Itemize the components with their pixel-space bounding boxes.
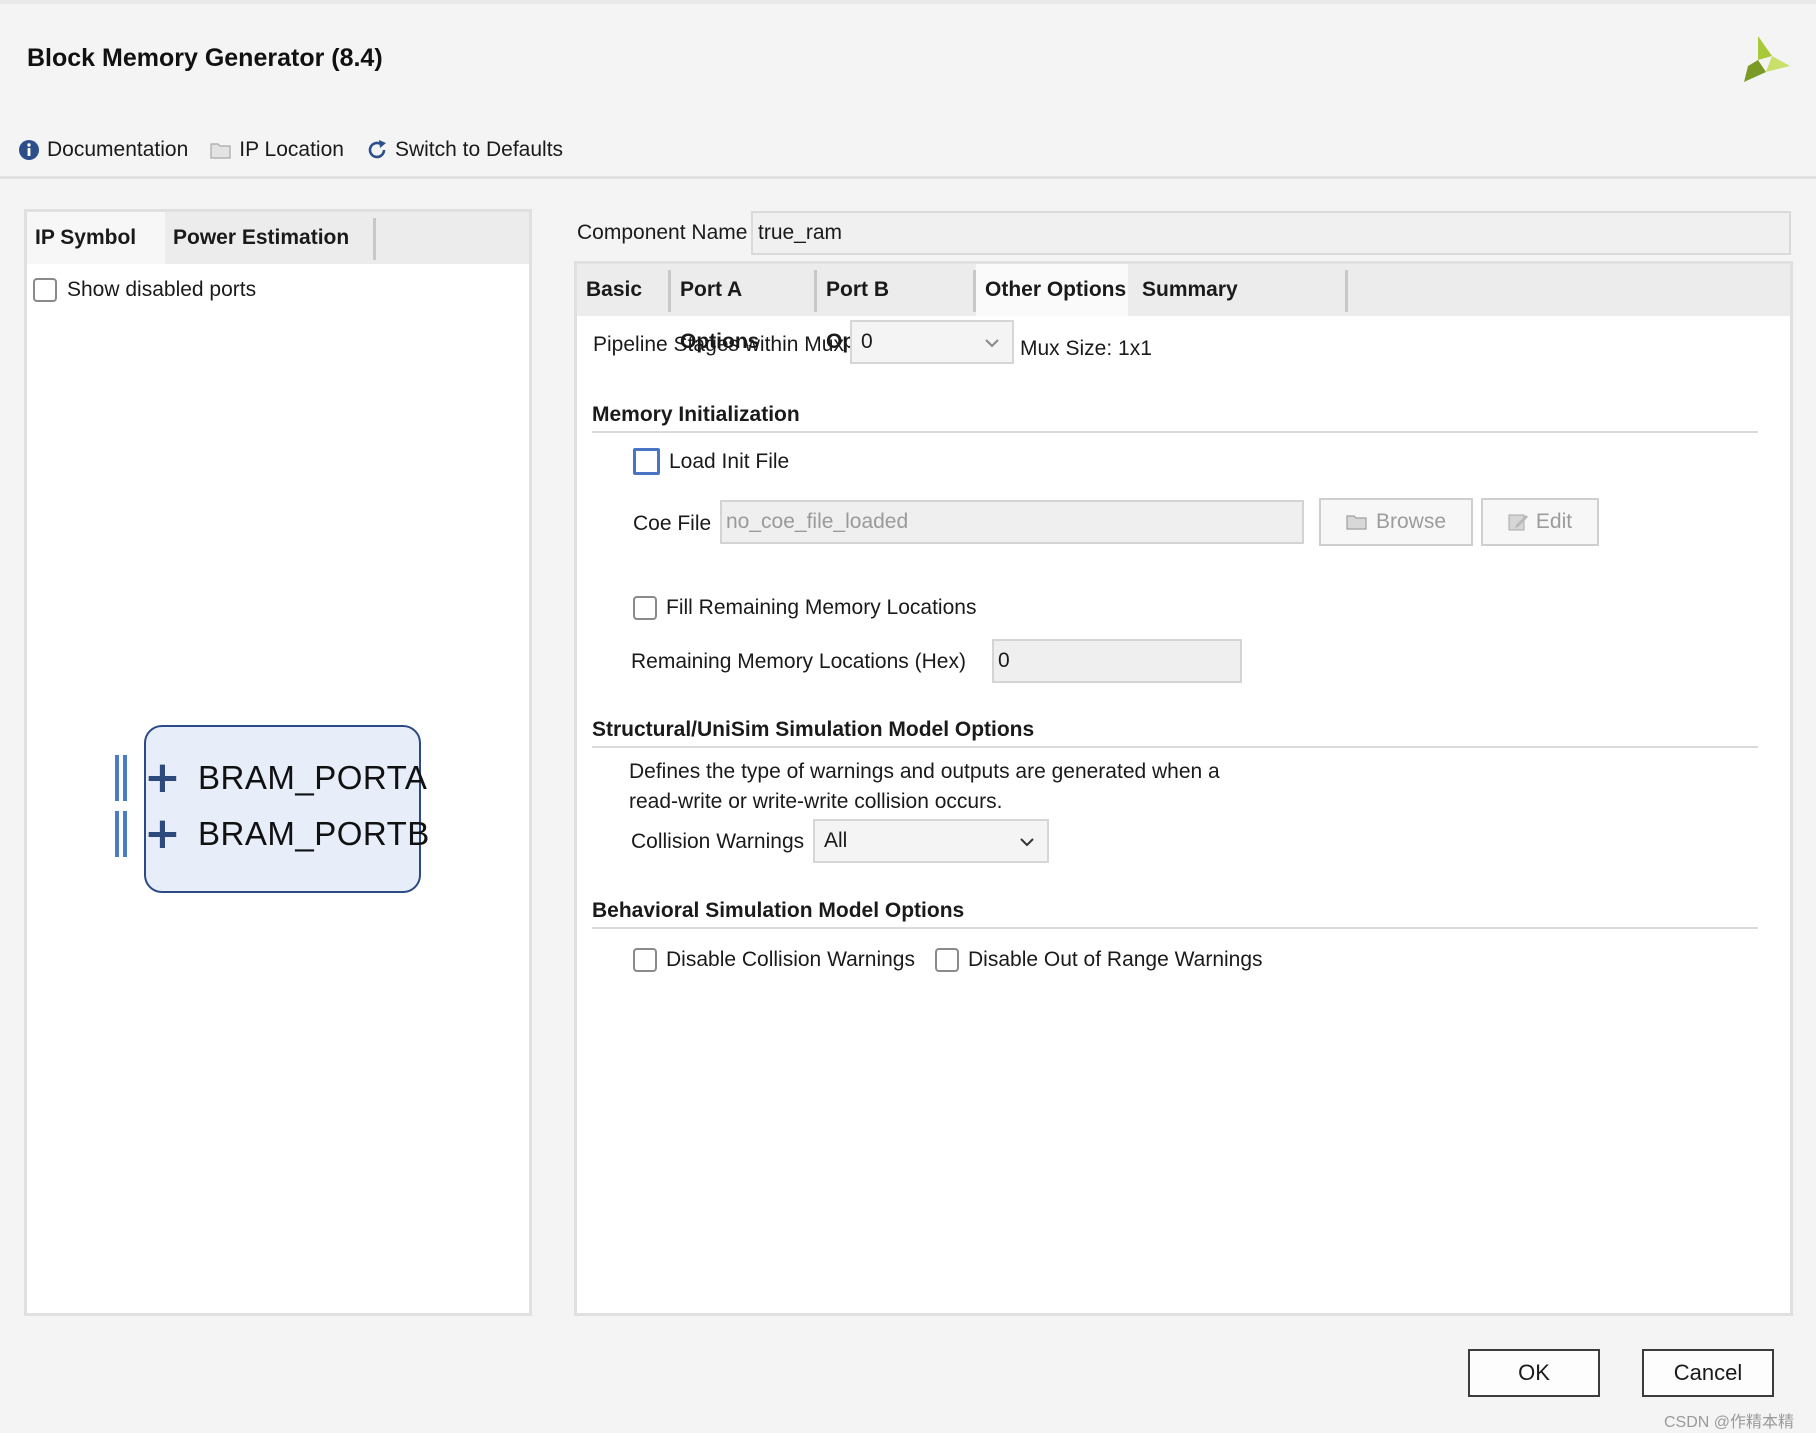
folder-icon [210,143,231,159]
tab-basic[interactable]: Basic [577,264,668,316]
tab-port-a-options[interactable]: Port A Options [671,264,814,353]
section-divider [592,431,1758,433]
ok-button[interactable]: OK [1468,1349,1600,1397]
cancel-button[interactable]: Cancel [1642,1349,1774,1397]
fill-remaining-label: Fill Remaining Memory Locations [666,596,977,619]
coe-file-label: Coe File [633,512,712,535]
edit-icon [1508,514,1528,531]
left-panel: IP Symbol Power Estimation Show disabled… [24,209,532,1316]
fill-remaining-checkbox[interactable] [633,596,657,620]
tab-divider [373,218,376,260]
show-disabled-ports-row: Show disabled ports [33,278,256,302]
documentation-button[interactable]: Documentation [18,138,188,162]
port-connector-icon [112,811,130,857]
xilinx-logo-icon [1744,36,1790,82]
refresh-icon [368,140,386,159]
ip-symbol: + BRAM_PORTA + BRAM_PORTB [112,725,442,900]
tab-other-options[interactable]: Other Options [976,264,1128,316]
remaining-locations-label: Remaining Memory Locations (Hex) [631,650,966,673]
fill-remaining-row: Fill Remaining Memory Locations [633,596,976,620]
toolbar: Documentation IP Location Switch to Defa… [18,134,585,166]
right-tab-bar: Basic Port A Options Port B Options Othe… [577,264,1790,353]
port-bram-porta[interactable]: + BRAM_PORTA [112,751,427,805]
port-name: BRAM_PORTB [198,815,430,852]
collision-description-line2: read-write or write-write collision occu… [629,790,1003,813]
edit-label: Edit [1535,510,1573,533]
collision-warnings-select[interactable]: All [813,819,1049,863]
collision-warnings-label: Collision Warnings [631,830,805,853]
disable-range-checkbox[interactable] [935,948,959,972]
documentation-label: Documentation [47,138,189,161]
pipeline-stages-value: 0 [861,330,873,353]
collision-warnings-value: All [824,829,848,852]
chevron-down-icon [1020,838,1034,847]
behavioral-options-heading: Behavioral Simulation Model Options [592,899,965,922]
disable-range-label: Disable Out of Range Warnings [968,948,1263,971]
load-init-file-checkbox[interactable] [633,448,660,475]
disable-collision-checkbox[interactable] [633,948,657,972]
tab-power-estimation[interactable]: Power Estimation [165,212,373,264]
port-connector-icon [112,755,130,801]
show-disabled-ports-label: Show disabled ports [67,278,257,301]
show-disabled-ports-checkbox[interactable] [33,278,57,302]
tab-ip-symbol[interactable]: IP Symbol [27,212,165,264]
expand-plus-icon[interactable]: + [144,755,184,801]
pipeline-stages-label: Pipeline Stages within Mux [593,333,844,356]
browse-button[interactable]: Browse [1319,498,1473,546]
dialog-window: Block Memory Generator (8.4) Documentati… [0,4,1816,1433]
remaining-locations-input[interactable]: 0 [992,639,1242,683]
switch-to-defaults-button[interactable]: Switch to Defaults [366,138,563,162]
switch-defaults-label: Switch to Defaults [394,138,564,161]
load-init-file-row: Load Init File [633,448,789,475]
tab-summary[interactable]: Summary [1133,264,1257,316]
port-bram-portb[interactable]: + BRAM_PORTB [112,807,430,861]
disable-collision-label: Disable Collision Warnings [666,948,915,971]
disable-range-row: Disable Out of Range Warnings [935,948,1263,972]
structural-options-heading: Structural/UniSim Simulation Model Optio… [592,718,1035,741]
ip-location-label: IP Location [239,138,344,161]
folder-open-icon [1346,515,1367,530]
left-tab-bar: IP Symbol Power Estimation [27,212,529,264]
component-name-input[interactable]: true_ram [751,211,1791,255]
expand-plus-icon[interactable]: + [144,811,184,857]
pipeline-stages-select[interactable]: 0 [850,320,1014,364]
toolbar-divider [0,176,1816,179]
port-name: BRAM_PORTA [198,759,428,796]
tab-divider [1345,270,1348,312]
watermark: CSDN @作精本精 [1664,1414,1795,1431]
edit-button[interactable]: Edit [1481,498,1599,546]
load-init-file-label: Load Init File [669,449,790,473]
section-divider [592,746,1758,748]
mux-size-label: Mux Size: 1x1 [1020,337,1152,360]
memory-init-heading: Memory Initialization [592,403,800,426]
ip-location-button[interactable]: IP Location [210,138,344,162]
browse-label: Browse [1375,510,1447,533]
collision-description-line1: Defines the type of warnings and outputs… [629,760,1220,783]
section-divider [592,927,1758,929]
tab-port-b-options[interactable]: Port B Options [817,264,973,353]
chevron-down-icon [985,339,999,348]
component-name-label: Component Name [577,221,748,244]
disable-collision-row: Disable Collision Warnings [633,948,915,972]
dialog-title: Block Memory Generator (8.4) [27,44,383,72]
coe-file-input[interactable]: no_coe_file_loaded [720,500,1304,544]
info-icon [19,140,39,160]
